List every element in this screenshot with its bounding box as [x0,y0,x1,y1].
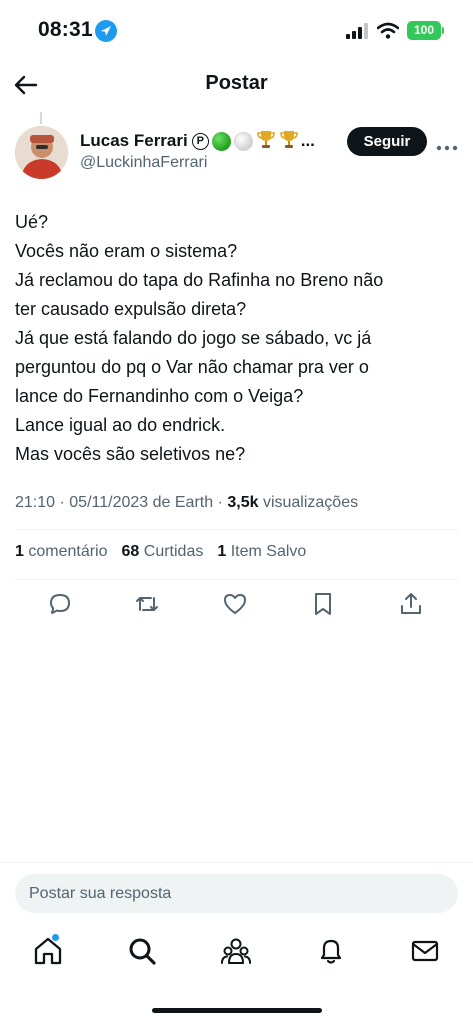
battery-icon: 100 [407,21,441,40]
notifications-icon[interactable] [316,935,346,967]
tweet-line: Ué? [15,212,49,232]
comments-count: 1 [15,543,24,560]
likes-label: Curtidas [143,543,204,560]
status-time: 08:31 [38,18,93,41]
reply-composer[interactable] [15,874,458,913]
battery-cap [442,27,444,34]
bookmark-icon[interactable] [309,590,337,618]
author-handle[interactable]: @LuckinhaFerrari [80,154,207,172]
views-label[interactable]: visualizações [263,494,358,511]
tweet-time: 21:10 [15,494,56,511]
home-indicator [152,1008,322,1013]
tweet-actions [0,590,473,622]
author-name[interactable]: Lucas Ferrari [80,131,188,151]
divider [15,579,458,580]
trophy-icon [279,129,299,154]
tweet-line: Já reclamou do tapa do Rafinha no Breno … [15,270,384,290]
saves-label: Item Salvo [230,543,307,560]
tweet-line: Vocês não eram o sistema? [15,241,238,261]
location-arrow-icon [95,20,117,42]
white-circle-emoji [233,131,253,151]
author-name-row: Lucas Ferrari P ... [80,130,315,152]
divider [15,529,458,530]
comments-stat[interactable]: 1 comentário [15,543,108,561]
signal-icon [346,23,370,39]
meta-separator: · [217,494,223,511]
tweet-line: ter causado expulsão direta? [15,299,247,319]
avatar[interactable] [15,126,68,179]
saves-count: 1 [217,543,227,560]
name-truncation: ... [300,131,315,150]
share-icon[interactable] [397,590,425,618]
divider [0,862,473,863]
letter-p-badge: P [191,132,209,150]
tweet-meta: 21:10 · 05/11/2023 de Earth · 3,5k visua… [15,494,358,512]
retweet-icon[interactable] [133,590,161,618]
tweet-source: de Earth [152,494,214,511]
thread-connector-line [40,112,42,124]
follow-button[interactable]: Seguir [347,127,427,156]
tweet-line: Lance igual ao do endrick. [15,415,226,435]
views-count[interactable]: 3,5k [227,494,258,511]
communities-icon[interactable] [221,935,251,967]
tweet-line: Já que está falando do jogo se sábado, v… [15,328,372,348]
tweet-stats: 1 comentário 68 Curtidas 1 Item Salvo [15,543,320,561]
page-title: Postar [205,72,268,94]
bottom-tab-bar [0,935,473,975]
tweet-line: Mas vocês são seletivos ne? [15,444,246,464]
header: Postar [0,62,473,108]
meta-separator: · [59,494,65,511]
likes-count: 68 [121,543,140,560]
home-icon[interactable] [33,935,63,967]
trophy-icon [256,129,276,154]
like-icon[interactable] [221,590,249,618]
reply-icon[interactable] [46,590,74,618]
status-bar: 08:31 100 [0,0,473,62]
green-circle-emoji [211,131,231,151]
tweet-text: Ué? Vocês não eram o sistema? Já reclamo… [15,208,460,469]
tweet-line: lance do Fernandinho com o Veiga? [15,386,304,406]
tweet-date: 05/11/2023 [69,494,149,511]
more-options-icon[interactable] [436,138,458,151]
messages-icon[interactable] [410,935,440,967]
comments-label: comentário [28,543,108,560]
search-icon[interactable] [127,935,157,967]
saves-stat[interactable]: 1 Item Salvo [217,543,306,561]
home-unread-dot [52,934,59,941]
likes-stat[interactable]: 68 Curtidas [122,543,204,561]
reply-input[interactable] [15,874,458,913]
tweet-line: perguntou do pq o Var não chamar pra ver… [15,357,369,377]
wifi-icon [376,22,400,39]
